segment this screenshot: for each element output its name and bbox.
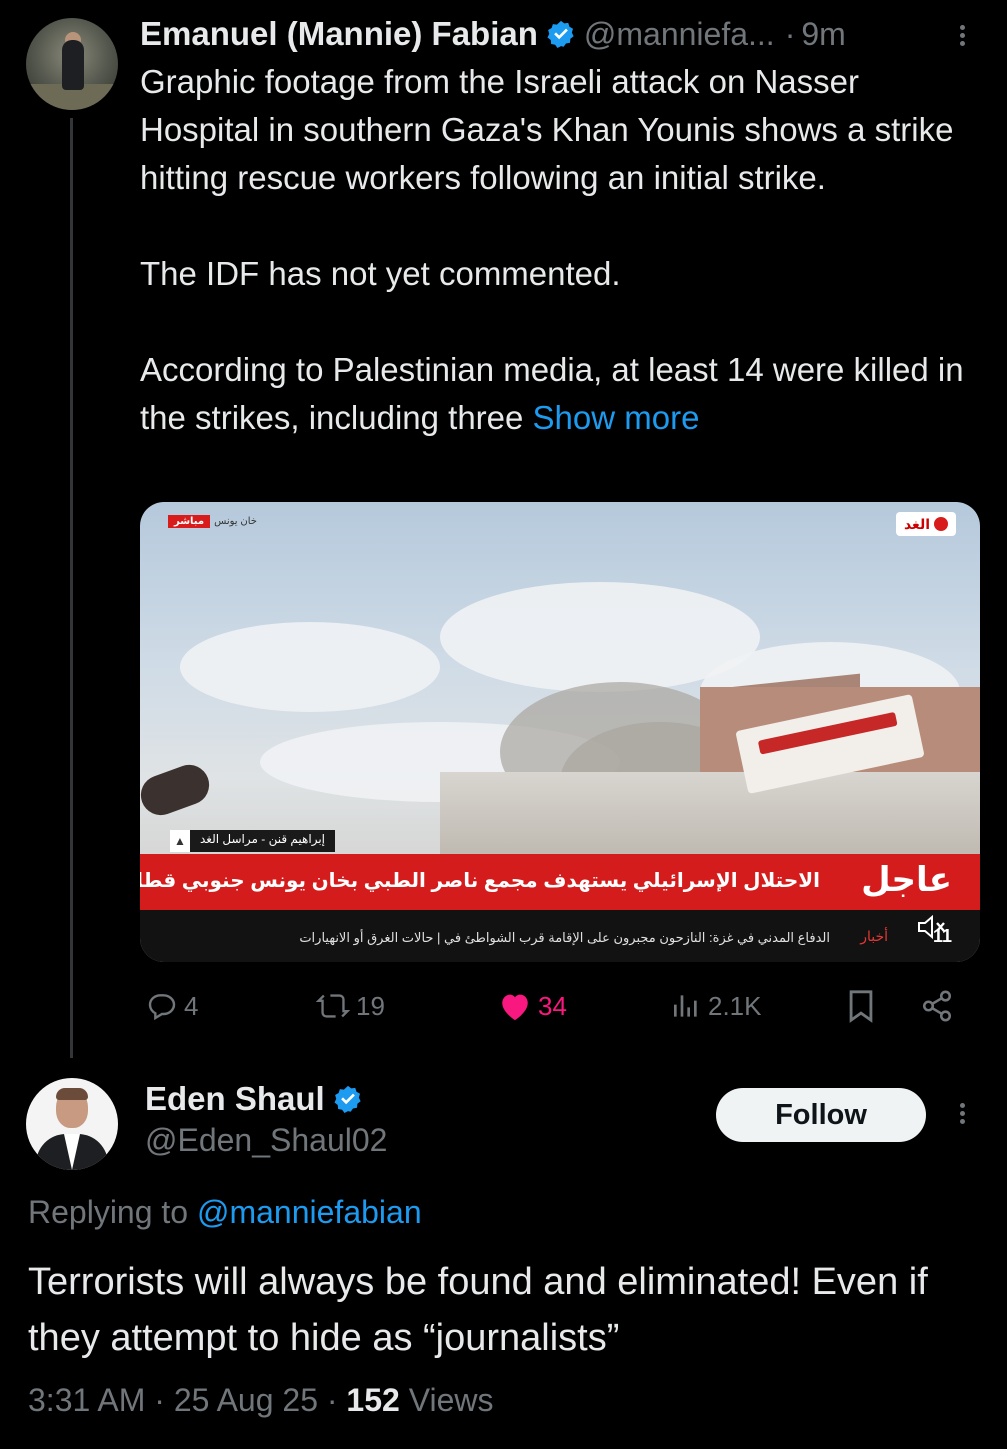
tweet-text: Graphic footage from the Israeli attack … bbox=[140, 58, 970, 442]
channel-logo-text: الغد bbox=[903, 515, 930, 532]
reply-views-label: Views bbox=[399, 1382, 494, 1418]
reply-author-avatar[interactable] bbox=[26, 1078, 118, 1170]
like-count: 34 bbox=[538, 990, 567, 1021]
video-player[interactable]: مباشر خان يونس الغد ▲ إبراهيم قنن - مراس… bbox=[140, 502, 980, 962]
avatar-figure bbox=[62, 40, 84, 90]
reply-author-handle[interactable]: @Eden_Shaul02 bbox=[145, 1122, 387, 1159]
reply-meta: 3:31 AM · 25 Aug 25 · 152 Views bbox=[28, 1382, 493, 1419]
author-handle[interactable]: @manniefa... bbox=[584, 16, 775, 53]
tweet-paragraph: The IDF has not yet commented. bbox=[140, 255, 621, 292]
meta-separator: · bbox=[145, 1382, 174, 1418]
tweet-actions: 4 19 34 2.1K bbox=[140, 984, 970, 1028]
live-tag: مباشر خان يونس bbox=[168, 512, 257, 530]
share-button[interactable] bbox=[920, 984, 954, 1028]
heart-icon bbox=[502, 994, 528, 1021]
breaking-label: عاجل bbox=[861, 861, 952, 899]
more-options-icon[interactable] bbox=[955, 22, 969, 52]
tweet-paragraph: According to Palestinian media, at least… bbox=[140, 346, 970, 442]
reply-button[interactable]: 4 bbox=[146, 984, 198, 1028]
ticker-label: أخبار bbox=[860, 928, 888, 944]
live-label: مباشر bbox=[168, 514, 211, 528]
bookmark-button[interactable] bbox=[846, 984, 876, 1028]
reporter-lower-third: ▲ إبراهيم قنن - مراسل الغد bbox=[170, 830, 335, 852]
thread-line bbox=[70, 118, 73, 1058]
verified-badge-icon bbox=[334, 1085, 361, 1113]
reply-text: Terrorists will always be found and elim… bbox=[28, 1261, 928, 1359]
reporter-name: إبراهيم قنن - مراسل الغد bbox=[190, 830, 335, 852]
reply-time[interactable]: 3:31 AM bbox=[28, 1382, 145, 1418]
reply-author-name[interactable]: Eden Shaul bbox=[145, 1080, 325, 1118]
replying-mention-link[interactable]: @manniefabian bbox=[197, 1194, 422, 1230]
replying-prefix: Replying to bbox=[28, 1194, 197, 1230]
breaking-news-bar: الاحتلال الإسرائيلي يستهدف مجمع ناصر الط… bbox=[140, 854, 980, 910]
bookmark-icon bbox=[849, 990, 873, 1023]
replying-to: Replying to @manniefabian bbox=[28, 1194, 422, 1231]
follow-button[interactable]: Follow bbox=[716, 1088, 926, 1142]
channel-logo-icon bbox=[934, 517, 948, 531]
location-label: خان يونس bbox=[214, 515, 257, 527]
tweet-paragraph: Graphic footage from the Israeli attack … bbox=[140, 63, 954, 196]
author-name[interactable]: Emanuel (Mannie) Fabian bbox=[140, 15, 538, 53]
sky-cloud bbox=[180, 622, 440, 712]
share-icon bbox=[922, 990, 952, 1022]
channel-logo: الغد bbox=[895, 512, 956, 536]
tweet-header: Emanuel (Mannie) Fabian @manniefa... · 9… bbox=[140, 14, 846, 54]
views-button[interactable]: 2.1K bbox=[670, 984, 762, 1028]
like-button[interactable]: 34 bbox=[498, 984, 567, 1028]
separator-dot: · bbox=[784, 15, 796, 52]
verified-badge-icon bbox=[547, 20, 574, 48]
news-ticker: الدفاع المدني في غزة: النازحون مجبرون عل… bbox=[140, 910, 980, 962]
headline-text: الاحتلال الإسرائيلي يستهدف مجمع ناصر الط… bbox=[140, 870, 820, 892]
tweet-time[interactable]: 9m bbox=[801, 16, 845, 53]
more-options-icon[interactable] bbox=[955, 1100, 969, 1130]
speaker-muted-icon[interactable] bbox=[910, 912, 954, 942]
reply-icon bbox=[148, 994, 176, 1021]
show-more-link[interactable]: Show more bbox=[533, 399, 700, 436]
reply-views-count: 152 bbox=[346, 1382, 400, 1418]
person-icon: ▲ bbox=[170, 830, 190, 852]
meta-separator: · bbox=[317, 1382, 347, 1418]
repost-button[interactable]: 19 bbox=[316, 984, 385, 1028]
rubble bbox=[440, 772, 980, 862]
reply-date[interactable]: 25 Aug 25 bbox=[174, 1382, 318, 1418]
repost-icon bbox=[316, 994, 350, 1018]
views-chart-icon bbox=[674, 995, 697, 1017]
reply-header: Eden Shaul bbox=[145, 1078, 363, 1120]
reply-count: 4 bbox=[184, 990, 199, 1021]
views-count: 2.1K bbox=[708, 990, 762, 1021]
author-avatar[interactable] bbox=[26, 18, 118, 110]
avatar-hair bbox=[56, 1088, 88, 1100]
ticker-text: الدفاع المدني في غزة: النازحون مجبرون عل… bbox=[299, 930, 830, 945]
repost-count: 19 bbox=[356, 990, 385, 1021]
person-arm bbox=[140, 759, 215, 821]
